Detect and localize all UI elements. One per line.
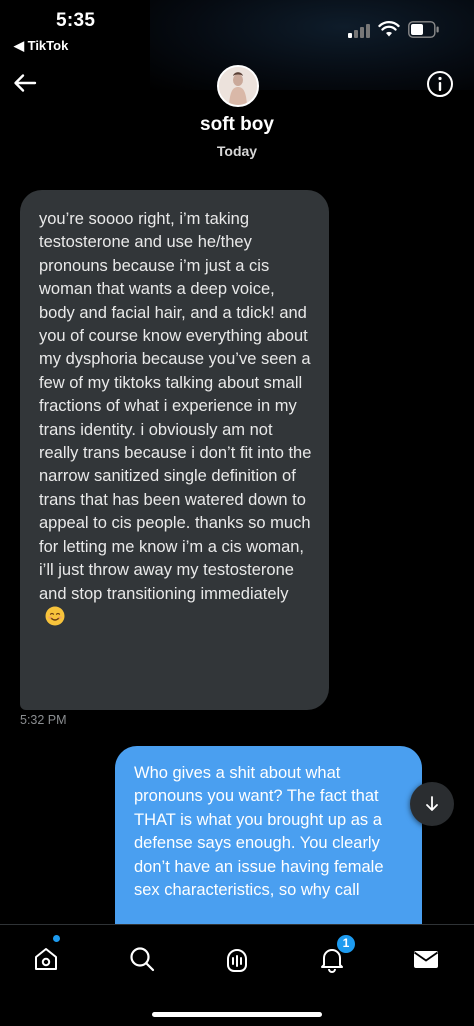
tab-search[interactable] (120, 939, 164, 979)
wifi-icon (378, 21, 400, 37)
home-indicator[interactable] (152, 1012, 322, 1017)
scroll-to-bottom-button[interactable] (410, 782, 454, 826)
back-arrow-icon[interactable] (12, 70, 38, 96)
signal-icon (348, 22, 372, 38)
messages-icon (413, 951, 439, 968)
incoming-message-text: you’re soooo right, i’m taking testoster… (39, 210, 312, 603)
contact-name[interactable]: soft boy (0, 114, 474, 136)
tab-spaces[interactable] (215, 939, 259, 979)
incoming-message-bubble[interactable]: you’re soooo right, i’m taking testoster… (20, 190, 329, 710)
home-new-content-dot (52, 934, 61, 943)
message-timestamp: 5:32 PM (20, 713, 67, 727)
avatar[interactable] (217, 65, 259, 107)
tab-messages[interactable] (404, 939, 448, 979)
notification-count-badge: 1 (336, 934, 356, 954)
tab-home[interactable] (24, 939, 68, 979)
outgoing-message-text: Who gives a shit about what pronouns you… (134, 764, 384, 900)
spaces-icon (227, 949, 247, 972)
search-icon (130, 947, 155, 972)
date-separator: Today (216, 143, 258, 159)
arrow-down-icon (426, 796, 438, 811)
bottom-tab-bar (0, 924, 474, 1026)
smiling-face-emoji (45, 606, 65, 626)
status-time: 5:35 (56, 10, 96, 31)
info-icon[interactable] (426, 70, 454, 98)
home-icon (35, 948, 57, 970)
status-bar: 5:35 ◀ TikTok (0, 0, 474, 90)
battery-icon (408, 21, 439, 38)
conversation-header: soft boy Today (0, 58, 474, 170)
back-to-app-link[interactable]: ◀ TikTok (14, 38, 68, 54)
